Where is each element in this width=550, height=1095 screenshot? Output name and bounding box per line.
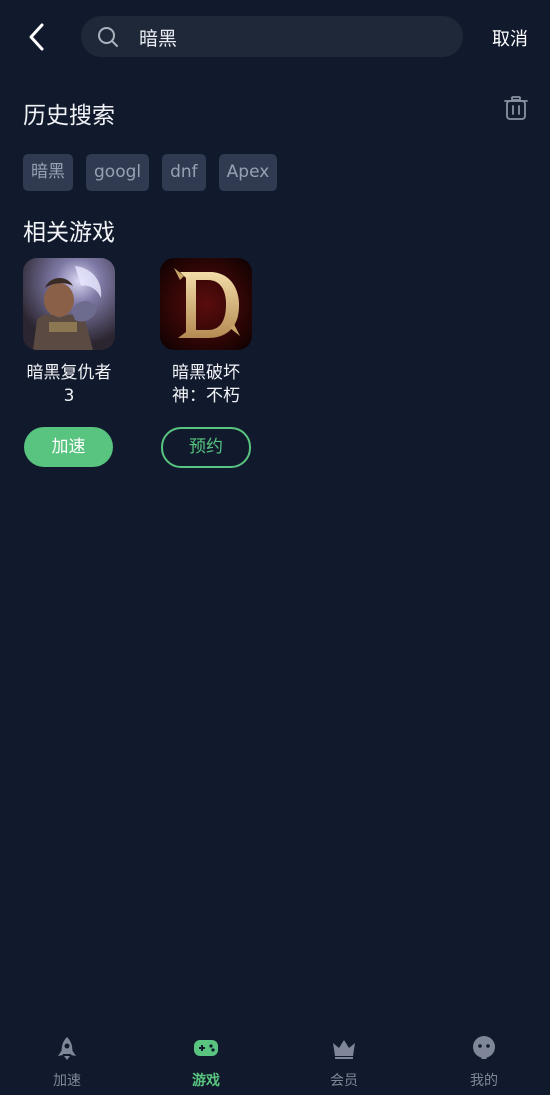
related-games-title: 相关游戏 [23,220,115,246]
tab-membership[interactable]: 会员 [294,1025,394,1095]
clear-history-button[interactable] [503,95,529,121]
reserve-button[interactable]: 预约 [161,427,251,468]
search-box[interactable] [81,16,463,59]
game-icon-avenger[interactable] [23,258,115,350]
face-icon [473,1036,495,1059]
history-title: 历史搜索 [23,103,115,129]
tab-label: 会员 [330,1073,358,1089]
cancel-button[interactable]: 取消 [492,25,528,51]
history-chip[interactable]: Apex [218,154,278,191]
back-button[interactable] [22,20,52,54]
bottom-tab-bar: 加速 游戏 会员 我的 [0,1025,550,1095]
tab-label: 加速 [53,1073,81,1089]
game-card: 暗黑复仇者3 [23,258,135,408]
rocket-icon [58,1037,76,1060]
game-name: 暗黑破坏神：不朽 [172,363,240,406]
speed-up-button[interactable]: 加速 [24,427,113,467]
tab-label: 游戏 [192,1073,220,1089]
warrior-art [23,258,115,350]
gamepad-icon [194,1040,218,1056]
history-chip[interactable]: dnf [162,154,206,191]
history-chips: 暗黑 googl dnf Apex [23,154,278,191]
game-name: 暗黑复仇者3 [26,363,112,406]
crown-icon [333,1040,355,1059]
game-icon-diablo[interactable] [160,258,252,350]
trash-icon [504,96,528,120]
tab-mine[interactable]: 我的 [434,1025,534,1095]
search-header: 取消 [0,0,550,74]
tab-accelerate[interactable]: 加速 [17,1025,117,1095]
tab-games[interactable]: 游戏 [156,1025,256,1095]
search-input[interactable] [137,16,441,59]
search-icon [98,27,118,47]
game-card: 暗黑破坏神：不朽 [160,258,272,408]
history-chip[interactable]: 暗黑 [23,154,73,191]
tab-label: 我的 [470,1073,498,1089]
history-chip[interactable]: googl [86,154,150,191]
chevron-left-icon [29,23,44,51]
diablo-logo-art [160,258,252,350]
